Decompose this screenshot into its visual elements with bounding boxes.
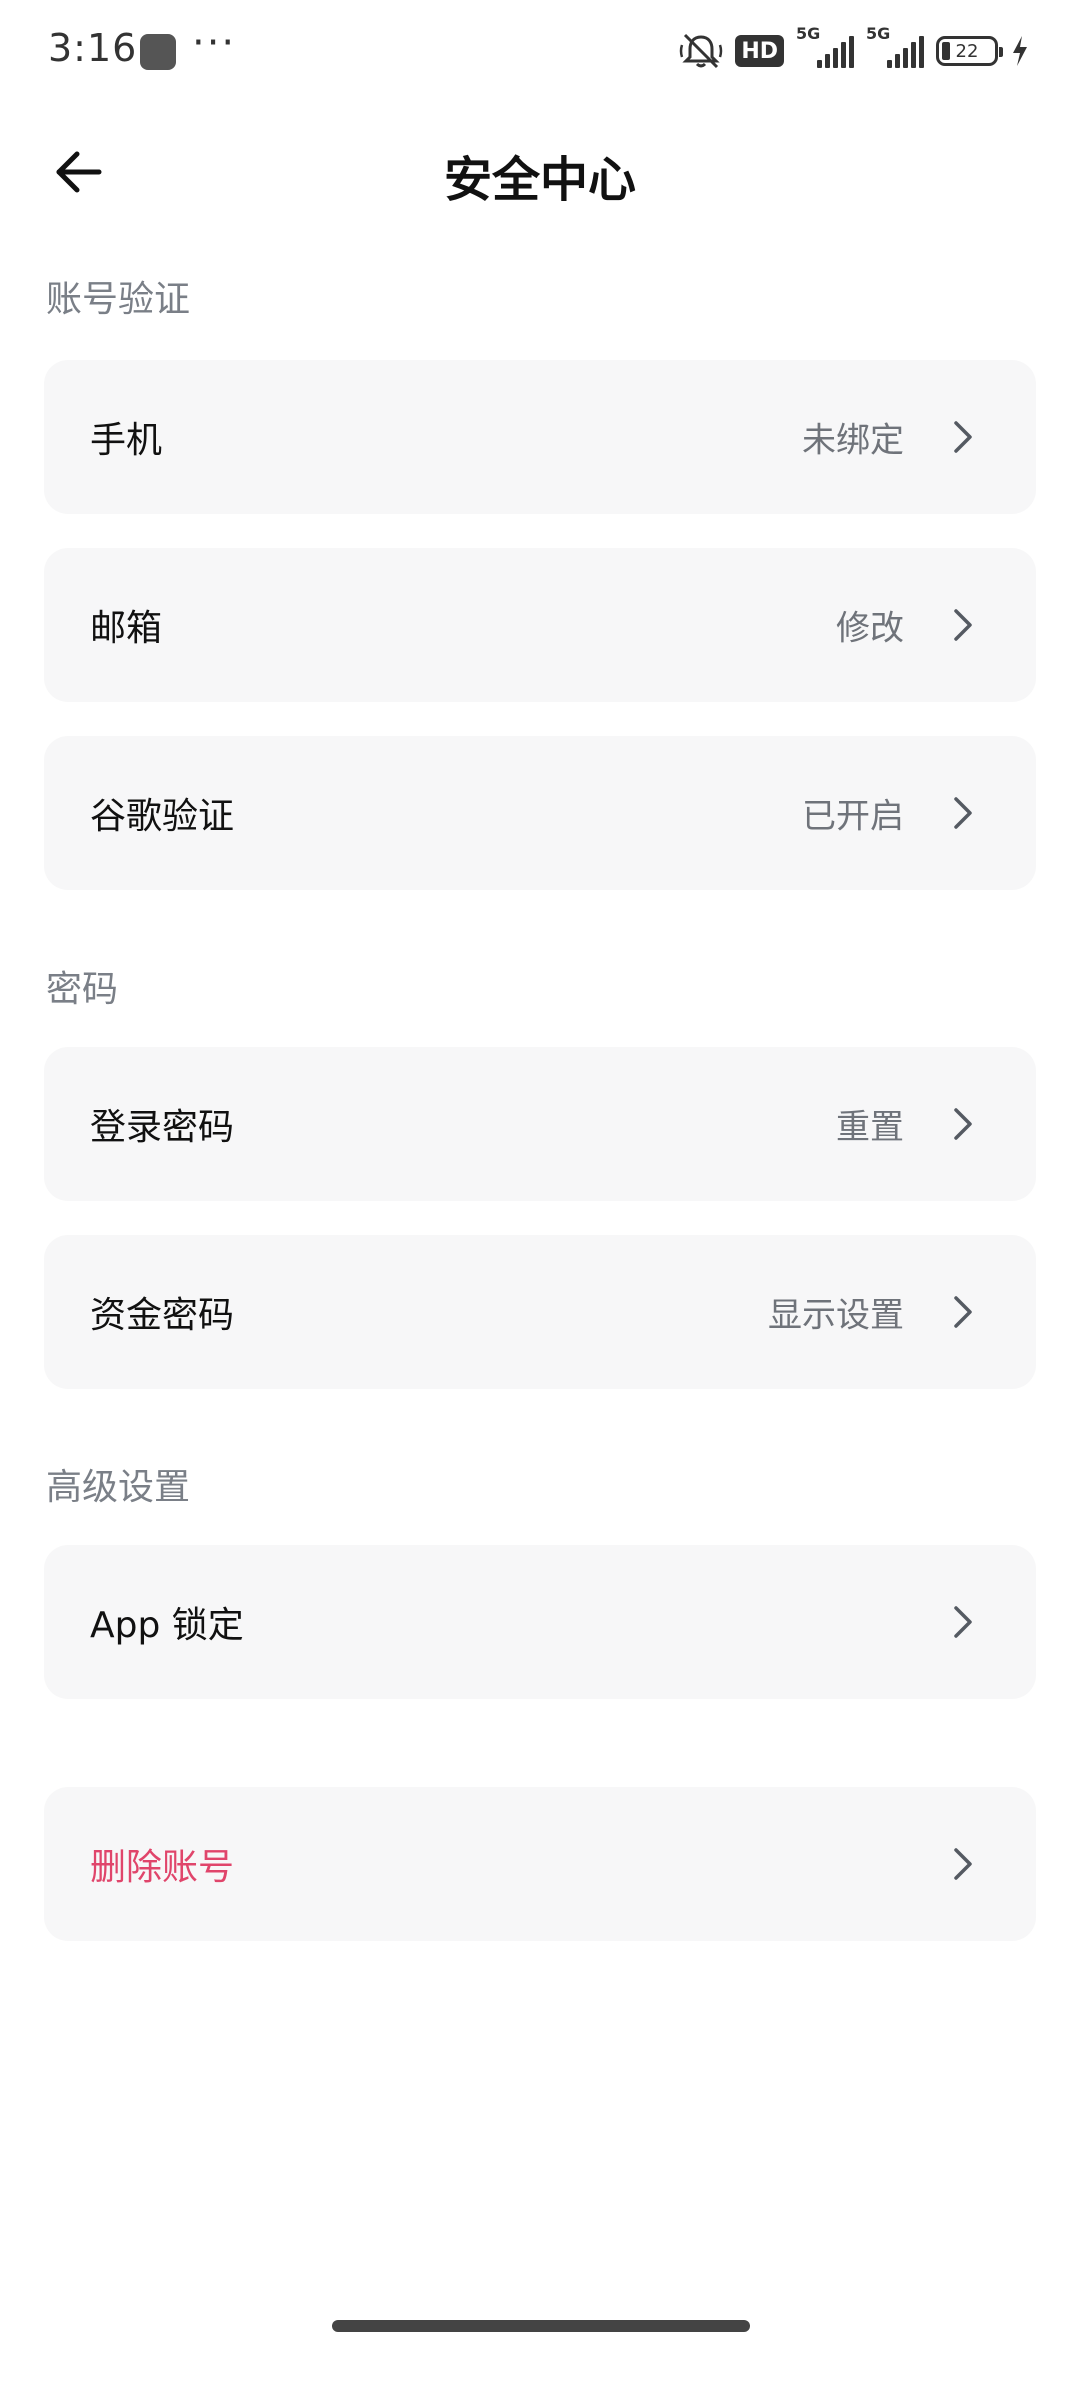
chevron-right-icon — [954, 609, 972, 641]
battery-icon: 22 — [936, 36, 1003, 66]
login-password-item[interactable]: 登录密码 重置 — [44, 1047, 1036, 1201]
chevron-right-icon — [954, 1108, 972, 1140]
page-title: 安全中心 — [443, 152, 636, 208]
section-label-password: 密码 — [46, 969, 119, 1010]
battery-level: 22 — [955, 40, 979, 62]
item-value: 已开启 — [802, 796, 904, 837]
charging-icon — [1010, 34, 1030, 68]
app-lock-item[interactable]: App 锁定 — [44, 1545, 1036, 1699]
home-indicator[interactable] — [332, 2320, 750, 2332]
item-label: 登录密码 — [90, 1107, 235, 1148]
signal-bars — [887, 36, 924, 68]
more-notifications-icon: ··· — [192, 20, 237, 66]
item-value: 显示设置 — [768, 1295, 904, 1336]
signal-bars — [817, 36, 854, 68]
item-label: 手机 — [90, 420, 163, 461]
email-item[interactable]: 邮箱 修改 — [44, 548, 1036, 702]
signal-5g-icon: 5G — [866, 24, 924, 74]
item-label: 删除账号 — [90, 1847, 235, 1888]
hd-icon: HD — [735, 35, 784, 67]
status-icons: HD 5G 5G 22 — [679, 24, 1030, 74]
header: 安全中心 — [0, 120, 1080, 224]
item-label: 邮箱 — [90, 608, 163, 649]
chevron-right-icon — [954, 1606, 972, 1638]
item-label: 谷歌验证 — [90, 796, 235, 837]
app-notification-icon — [140, 34, 176, 70]
status-bar: 3:16 ··· HD 5G 5G 22 — [0, 0, 1080, 100]
item-label: 资金密码 — [90, 1295, 235, 1336]
fund-password-item[interactable]: 资金密码 显示设置 — [44, 1235, 1036, 1389]
chevron-right-icon — [954, 1296, 972, 1328]
google-auth-item[interactable]: 谷歌验证 已开启 — [44, 736, 1036, 890]
item-value: 重置 — [836, 1107, 904, 1148]
chevron-right-icon — [954, 421, 972, 453]
mute-icon — [679, 31, 723, 71]
chevron-right-icon — [954, 797, 972, 829]
battery-fill — [942, 42, 950, 60]
delete-account-item[interactable]: 删除账号 — [44, 1787, 1036, 1941]
section-label-advanced: 高级设置 — [46, 1467, 191, 1508]
signal-5g-icon: 5G — [796, 24, 854, 74]
hd-label: HD — [741, 38, 778, 64]
phone-item[interactable]: 手机 未绑定 — [44, 360, 1036, 514]
chevron-right-icon — [954, 1848, 972, 1880]
section-label-account: 账号验证 — [46, 279, 191, 320]
item-value: 修改 — [836, 608, 904, 649]
status-time: 3:16 — [48, 26, 138, 70]
item-value: 未绑定 — [802, 420, 904, 461]
item-label: App 锁定 — [90, 1605, 244, 1646]
